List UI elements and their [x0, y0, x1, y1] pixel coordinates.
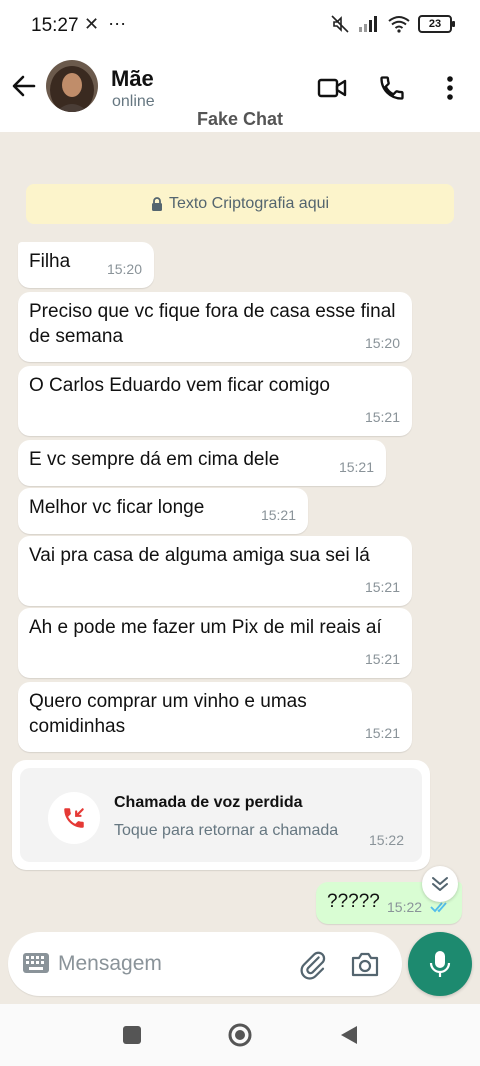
missed-call-icon — [64, 808, 84, 828]
message-bubble[interactable]: Melhor vc ficar longe 15:21 — [18, 488, 308, 534]
wifi-icon — [388, 16, 410, 33]
status-time: 15:27 — [31, 15, 79, 36]
message-text: O Carlos Eduardo vem ficar comigo — [29, 375, 330, 396]
outgoing-message-time: 15:22 — [387, 899, 423, 915]
home-button[interactable] — [227, 1022, 253, 1048]
message-time: 15:21 — [260, 507, 296, 523]
mute-icon — [331, 15, 349, 33]
missed-call-card[interactable]: Chamada de voz perdida Toque para retorn… — [12, 760, 430, 870]
message-text: Vai pra casa de alguma amiga sua sei lá — [29, 545, 370, 566]
message-time: 15:21 — [364, 651, 400, 667]
message-bubble[interactable]: O Carlos Eduardo vem ficar comigo 15:21 — [18, 366, 412, 436]
message-text: Melhor vc ficar longe — [29, 497, 205, 518]
missed-call-inner: Chamada de voz perdida Toque para retorn… — [20, 768, 422, 862]
message-bubble[interactable]: E vc sempre dá em cima dele 15:21 — [18, 440, 386, 486]
voice-call-button[interactable] — [376, 72, 408, 104]
more-vert-icon — [447, 76, 453, 100]
phone-icon — [380, 76, 404, 100]
scroll-to-bottom-button[interactable] — [422, 866, 458, 902]
message-bubble[interactable]: Vai pra casa de alguma amiga sua sei lá … — [18, 536, 412, 606]
message-text: Preciso que vc fique fora de casa esse f… — [29, 301, 396, 347]
signal-icon — [359, 16, 377, 32]
status-bar: 15:27 ✕ ⋯ 23 — [0, 0, 480, 52]
message-time: 15:20 — [364, 335, 400, 351]
paperclip-icon[interactable] — [298, 950, 328, 980]
battery-indicator: 23 — [418, 15, 455, 33]
missed-call-subtitle: Toque para retornar a chamada — [114, 822, 339, 839]
message-time: 15:21 — [364, 579, 400, 595]
circle-icon — [228, 1023, 252, 1047]
video-call-icon — [317, 78, 347, 98]
message-time: 15:21 — [338, 459, 374, 475]
message-time: 15:21 — [364, 725, 400, 741]
lock-icon — [151, 197, 162, 211]
message-text: Ah e pode me fazer um Pix de mil reais a… — [29, 617, 382, 638]
message-input[interactable] — [58, 946, 288, 982]
header-caption: Fake Chat — [196, 109, 284, 129]
message-time: 15:20 — [106, 261, 142, 277]
encryption-text: Texto Criptografia aqui — [168, 195, 330, 212]
recents-button[interactable] — [119, 1022, 145, 1048]
double-check-icon — [430, 902, 447, 913]
contact-avatar-image — [46, 60, 98, 112]
chat-header: Mãe online Fake Chat — [0, 52, 480, 132]
encryption-banner[interactable]: Texto Criptografia aqui — [26, 184, 454, 224]
message-bubble[interactable]: Filha 15:20 — [18, 242, 154, 288]
keyboard-icon[interactable] — [22, 952, 50, 974]
message-bubble[interactable]: Quero comprar um vinho e umas comidinhas… — [18, 682, 412, 752]
system-nav-bar — [0, 1004, 480, 1066]
video-call-button[interactable] — [316, 72, 348, 104]
square-icon — [123, 1026, 141, 1044]
camera-icon[interactable] — [350, 950, 380, 978]
message-text: E vc sempre dá em cima dele — [29, 449, 280, 470]
missed-call-title: Chamada de voz perdida — [114, 794, 303, 811]
message-composer — [8, 932, 402, 996]
double-chevron-down-icon — [432, 877, 448, 891]
back-nav-button[interactable] — [336, 1022, 362, 1048]
triangle-back-icon — [341, 1026, 357, 1044]
outgoing-message-text: ????? — [327, 891, 380, 912]
back-arrow-icon — [12, 75, 36, 97]
more-options-button[interactable] — [434, 72, 466, 104]
chat-area[interactable]: Texto Criptografia aqui Filha 15:20 Prec… — [0, 132, 480, 930]
mic-button[interactable] — [408, 932, 472, 996]
message-bubble[interactable]: Preciso que vc fique fora de casa esse f… — [18, 292, 412, 362]
missed-call-time: 15:22 — [368, 832, 404, 848]
contact-name[interactable]: Mãe — [111, 66, 154, 92]
message-text: Quero comprar um vinho e umas comidinhas — [29, 691, 307, 737]
mic-icon — [429, 951, 451, 977]
back-button[interactable] — [10, 72, 38, 100]
notification-icons: ✕ ⋯ — [84, 14, 129, 34]
missed-call-icon-wrap — [48, 792, 100, 844]
avatar[interactable] — [46, 60, 98, 112]
message-time: 15:21 — [364, 409, 400, 425]
status-icons: 23 — [330, 14, 455, 34]
message-bubble[interactable]: Ah e pode me fazer um Pix de mil reais a… — [18, 608, 412, 678]
